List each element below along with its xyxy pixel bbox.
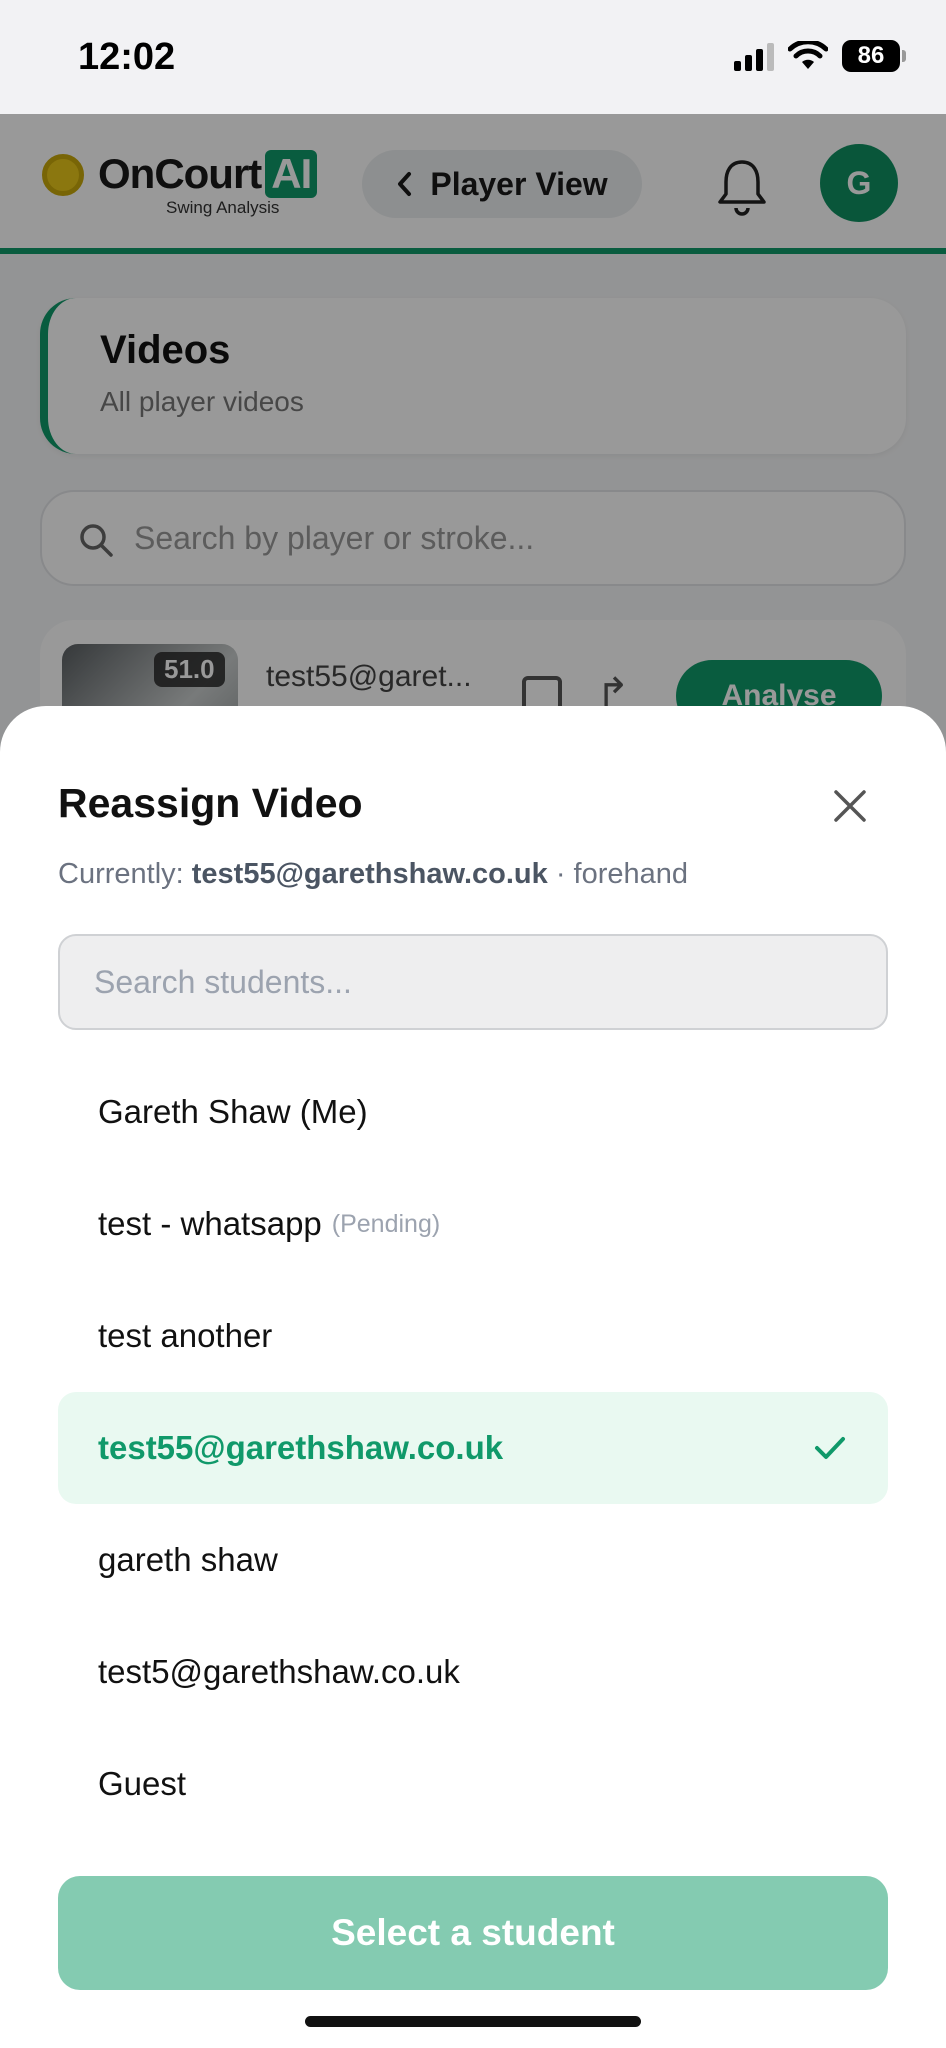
current-email: test55@garethshaw.co.uk [191, 858, 548, 890]
student-name: gareth shaw [98, 1541, 278, 1578]
current-assignment: Currently: test55@garethshaw.co.uk · for… [58, 858, 688, 891]
close-icon [834, 790, 866, 822]
close-button[interactable] [820, 776, 880, 836]
student-name: test another [98, 1317, 273, 1354]
status-icons: 86 [734, 40, 906, 72]
current-stroke: · forehand [555, 858, 689, 890]
cellular-signal-icon [734, 41, 774, 71]
wifi-icon [788, 41, 828, 69]
student-search-input[interactable] [58, 934, 888, 1030]
sheet-title: Reassign Video [58, 780, 363, 826]
student-item-gareth-shaw[interactable]: gareth shaw [58, 1504, 888, 1616]
current-prefix: Currently: [58, 858, 184, 890]
home-indicator [305, 2016, 641, 2027]
reassign-video-sheet: Reassign Video Currently: test55@gareths… [0, 706, 946, 2048]
status-time: 12:02 [78, 36, 176, 78]
student-item-test55-selected[interactable]: test55@garethshaw.co.uk [58, 1392, 888, 1504]
pending-tag: (Pending) [331, 1209, 441, 1238]
student-item-test-another[interactable]: test another [58, 1280, 888, 1392]
student-name: test - whatsapp [98, 1205, 322, 1242]
student-list: Gareth Shaw (Me) test - whatsapp (Pendin… [58, 1056, 888, 1840]
select-student-button[interactable]: Select a student [58, 1876, 888, 1990]
student-name: Gareth Shaw (Me) [98, 1093, 368, 1130]
student-item-test5[interactable]: test5@garethshaw.co.uk [58, 1616, 888, 1728]
student-name: test5@garethshaw.co.uk [98, 1653, 460, 1690]
student-name: test55@garethshaw.co.uk [98, 1429, 504, 1466]
checkmark-icon [815, 1437, 845, 1459]
student-name: Guest [98, 1765, 187, 1802]
student-item-guest[interactable]: Guest [58, 1728, 888, 1840]
battery-icon: 86 [842, 40, 906, 72]
student-item-test-whatsapp[interactable]: test - whatsapp (Pending) [58, 1168, 888, 1280]
student-item-gareth-shaw-me[interactable]: Gareth Shaw (Me) [58, 1056, 888, 1168]
status-bar: 12:02 86 [0, 0, 946, 114]
